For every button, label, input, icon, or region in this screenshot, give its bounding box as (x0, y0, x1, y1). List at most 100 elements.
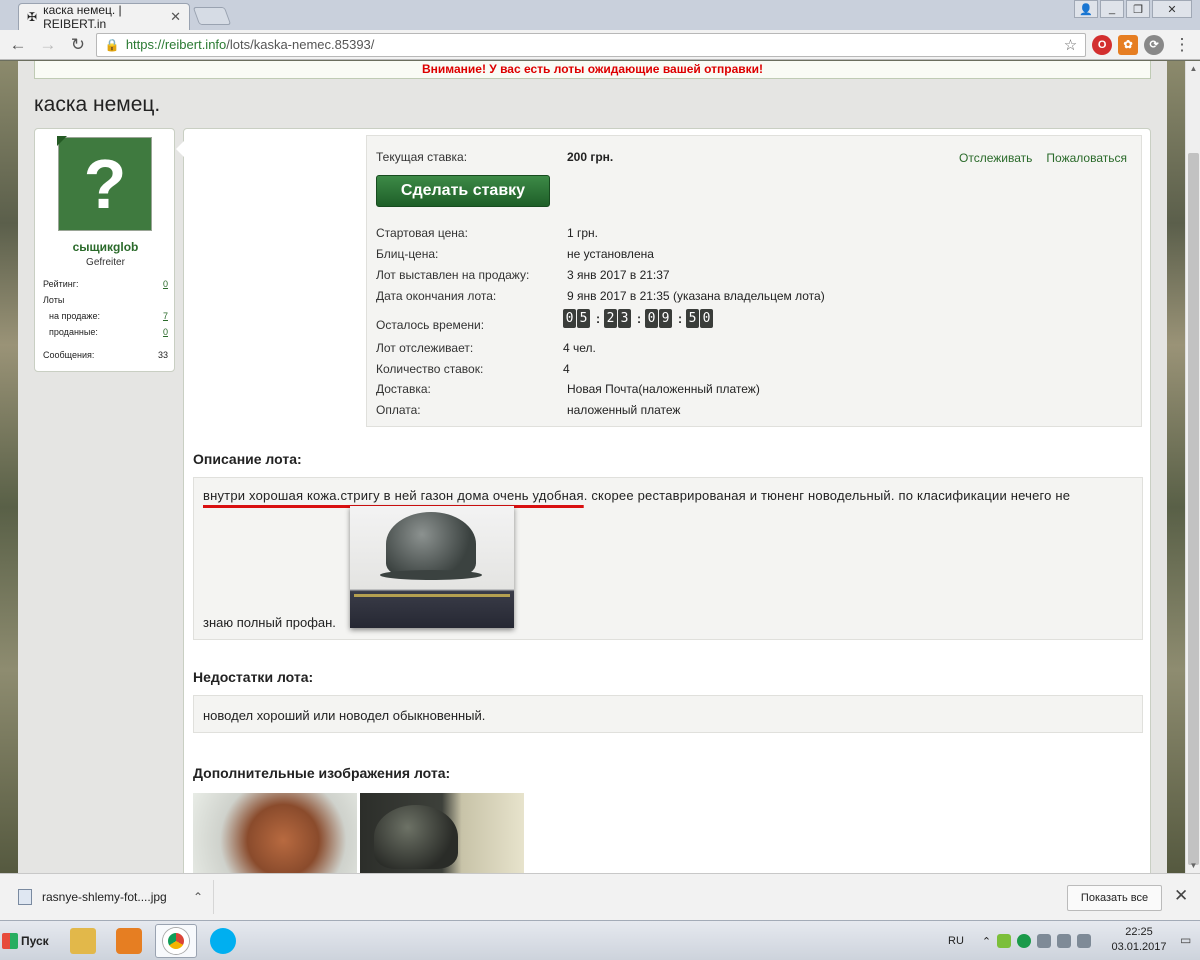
timer-digit: 5 (577, 309, 590, 328)
network-icon[interactable] (1057, 934, 1072, 948)
extra-image-thumb[interactable] (193, 793, 357, 873)
browser-tabbar: ✠ каска немец. | REIBERT.in ✕ 👤 _ ❐ ✕ (0, 0, 1200, 31)
description-text-end: знаю полный профан. (203, 615, 336, 630)
tab-title: каска немец. | REIBERT.in (43, 3, 122, 31)
timer-digit: 5 (686, 309, 699, 328)
stat-rating: Рейтинг: 0 (43, 279, 168, 289)
timer-digit: 3 (618, 309, 631, 328)
watch-link[interactable]: Отслеживать (959, 151, 1032, 165)
blitz-price-value: не установлена (567, 247, 654, 261)
adblock-extension-icon[interactable]: O (1092, 34, 1113, 55)
question-mark-icon: ? (83, 145, 127, 223)
extra-image-thumb[interactable] (360, 793, 524, 873)
site-favicon-icon: ✠ (27, 10, 38, 24)
new-tab-button[interactable] (192, 7, 232, 25)
back-arrow-icon[interactable]: ← (6, 33, 30, 57)
volume-icon[interactable] (1077, 934, 1092, 948)
rating-link[interactable]: 0 (163, 279, 168, 289)
countdown-timer: 05: 23: 09: 50 (563, 309, 715, 328)
listed-value: 3 янв 2017 в 21:37 (567, 268, 670, 282)
flag-icon[interactable] (1037, 934, 1052, 948)
tab-close-icon[interactable]: ✕ (170, 9, 181, 25)
start-price-label: Стартовая цена: (376, 226, 468, 240)
image-file-icon (18, 889, 32, 905)
page-title: каска немец. (34, 93, 161, 116)
user-icon[interactable]: 👤 (1074, 0, 1098, 18)
defects-heading: Недостатки лота: (193, 669, 314, 685)
page-scrollbar[interactable]: ▲ ▼ (1185, 61, 1200, 873)
taskbar-skype[interactable] (202, 924, 244, 958)
chevron-up-icon[interactable]: ⌃ (193, 890, 203, 904)
scroll-down-icon[interactable]: ▼ (1186, 858, 1200, 873)
bookmark-star-icon[interactable]: ☆ (1064, 36, 1077, 54)
alert-banner[interactable]: Внимание! У вас есть лоты ожидающие ваше… (34, 61, 1151, 79)
defects-text: новодел хороший или новодел обыкновенный… (203, 708, 486, 723)
taskbar-chrome[interactable] (155, 924, 197, 958)
camo-border-left (0, 61, 18, 873)
lot-panel: Текущая ставка: 200 грн. Отслеживать Пож… (176, 128, 1151, 873)
payment-value: наложенный платеж (567, 403, 681, 417)
delivery-value: Новая Почта(наложенный платеж) (567, 382, 760, 396)
timer-days: 05 (563, 309, 590, 328)
timer-digit: 0 (563, 309, 576, 328)
seller-card: ? сыщикglob Gefreiter Рейтинг: 0 Лоты на… (34, 128, 175, 372)
language-indicator[interactable]: RU (948, 935, 964, 947)
extra-images-heading: Дополнительные изображения лота: (193, 765, 451, 781)
address-bar[interactable]: 🔒 https://reibert.info/lots/kaska-nemec.… (95, 32, 1087, 57)
delivery-label: Доставка: (376, 382, 431, 396)
windows-logo-icon (2, 933, 18, 949)
puzzle-extension-icon[interactable]: ✿ (1118, 34, 1139, 55)
start-price-value: 1 грн. (567, 226, 599, 240)
tray-app-icon[interactable] (997, 934, 1012, 948)
stat-on-sale: на продаже: 7 (49, 311, 168, 321)
description-box: внутри хорошая кожа.стригу в ней газон д… (193, 477, 1143, 640)
download-item[interactable]: rasnye-shlemy-fot....jpg ⌃ (8, 880, 214, 914)
blitz-price-label: Блиц-цена: (376, 247, 439, 261)
media-player-icon (116, 928, 142, 954)
avatar-corner (57, 136, 67, 146)
url-host: reibert.info (164, 37, 227, 52)
stat-sold: проданные: 0 (49, 327, 168, 337)
page-content: Внимание! У вас есть лоты ожидающие ваше… (18, 61, 1167, 873)
close-window-button[interactable]: ✕ (1152, 0, 1192, 18)
scroll-thumb[interactable] (1188, 153, 1199, 865)
stat-lots: Лоты (43, 295, 65, 305)
taskbar-media-player[interactable] (108, 924, 150, 958)
end-date-label: Дата окончания лота: (376, 289, 497, 303)
minimize-button[interactable]: _ (1100, 0, 1124, 18)
avatar[interactable]: ? (57, 136, 152, 231)
bid-count-value: 4 (563, 362, 570, 376)
show-all-downloads-button[interactable]: Показать все (1067, 885, 1162, 911)
window-controls: 👤 _ ❐ ✕ (1074, 0, 1192, 18)
tray-expand-icon[interactable]: ⌃ (982, 935, 991, 948)
report-link[interactable]: Пожаловаться (1046, 151, 1127, 165)
system-clock[interactable]: 22:25 03.01.2017 (1110, 925, 1168, 955)
place-bid-button[interactable]: Сделать ставку (376, 175, 550, 207)
timer-digit: 0 (700, 309, 713, 328)
reload-icon[interactable]: ↻ (66, 33, 90, 57)
timer-digit: 0 (645, 309, 658, 328)
maximize-button[interactable]: ❐ (1126, 0, 1150, 18)
start-button[interactable]: Пуск (2, 927, 52, 955)
panel-pointer (176, 141, 184, 157)
seller-name[interactable]: сыщикglob (35, 240, 176, 254)
ribbon-stripe (354, 594, 510, 597)
helmet-shell (386, 512, 476, 576)
notification-icon[interactable]: ▭ (1180, 933, 1191, 947)
forward-arrow-icon[interactable]: → (36, 33, 60, 57)
close-download-bar-icon[interactable]: ✕ (1174, 886, 1188, 906)
taskbar-explorer[interactable] (62, 924, 104, 958)
helmet-photo[interactable] (350, 506, 514, 628)
description-heading: Описание лота: (193, 451, 302, 467)
url-scheme: https:// (125, 37, 165, 52)
scroll-up-icon[interactable]: ▲ (1186, 61, 1200, 76)
on-sale-link[interactable]: 7 (163, 311, 168, 321)
chrome-menu-icon[interactable]: ⋮ (1170, 33, 1194, 57)
download-bar: rasnye-shlemy-fot....jpg ⌃ Показать все … (0, 873, 1200, 920)
description-text: внутри хорошая кожа.стригу в ней газон д… (203, 488, 1071, 503)
sync-extension-icon[interactable]: ⟳ (1144, 34, 1165, 55)
sold-link[interactable]: 0 (163, 327, 168, 337)
browser-tab[interactable]: ✠ каска немец. | REIBERT.in ✕ (18, 3, 190, 31)
tray-app-icon[interactable] (1017, 934, 1032, 948)
url-path: /lots/kaska-nemec.85393/ (226, 37, 375, 52)
